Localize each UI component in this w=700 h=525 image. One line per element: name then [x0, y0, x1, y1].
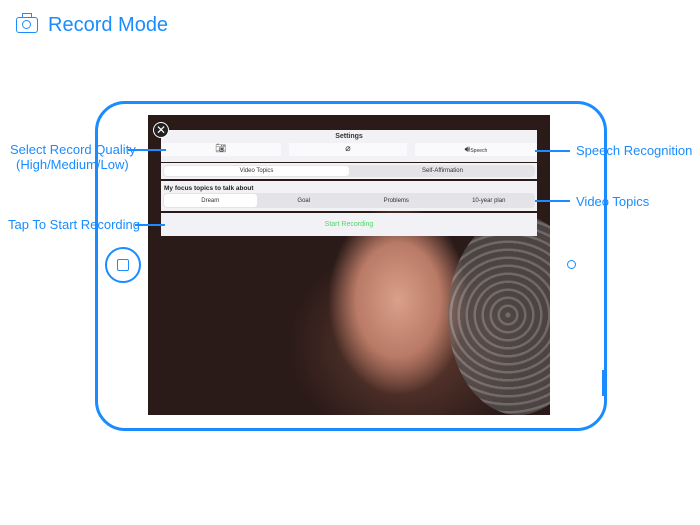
front-camera-icon	[567, 260, 576, 269]
tab-self-affirmation[interactable]: Self-Affirmation	[350, 165, 535, 177]
pointer-line	[135, 224, 165, 226]
mode-segmented-control: Video Topics Self-Affirmation	[163, 165, 535, 177]
option-dream[interactable]: Dream	[164, 194, 257, 207]
focus-heading: My focus topics to talk about	[164, 185, 254, 192]
record-quality-button[interactable]: 📷︎	[161, 143, 281, 156]
annotation-quality: Select Record Quality	[10, 142, 136, 157]
focus-panel: My focus topics to talk about Dream Goal…	[161, 181, 537, 211]
speech-label: Speech	[470, 148, 488, 154]
settings-title: Settings	[335, 133, 363, 140]
annotation-speech: Speech Recognition	[576, 143, 693, 158]
tab-video-topics[interactable]: Video Topics	[164, 166, 349, 176]
pointer-line	[535, 200, 570, 202]
option-problems[interactable]: Problems	[350, 193, 443, 208]
focus-segmented-control: Dream Goal Problems 10-year plan	[163, 193, 535, 208]
location-toggle-button[interactable]: ⌀	[289, 143, 407, 156]
mode-panel: Video Topics Self-Affirmation	[161, 163, 537, 179]
pointer-line	[535, 150, 570, 152]
start-recording-button[interactable]: Start Recording	[161, 213, 537, 236]
page-title: Record Mode	[48, 14, 169, 36]
camera-preview: Settings 📷︎ ⌀ 🔊︎Speech Video Topics Self…	[148, 115, 550, 415]
annotation-start: Tap To Start Recording	[8, 217, 140, 232]
pointer-line	[128, 149, 166, 151]
close-icon[interactable]: ✕	[153, 122, 169, 138]
camera-icon	[16, 13, 38, 33]
side-button	[602, 370, 605, 396]
camera-quality-icon: 📷︎	[215, 143, 227, 153]
home-button-icon	[105, 247, 141, 283]
annotation-quality-sub: (High/Medium/Low)	[16, 157, 129, 172]
background-fan	[448, 215, 550, 415]
location-off-icon: ⌀	[345, 143, 351, 153]
settings-panel: Settings 📷︎ ⌀ 🔊︎Speech	[161, 130, 537, 162]
annotation-topics: Video Topics	[576, 194, 650, 209]
option-10-year-plan[interactable]: 10-year plan	[443, 193, 536, 208]
option-goal[interactable]: Goal	[258, 193, 351, 208]
speech-recognition-button[interactable]: 🔊︎Speech	[415, 143, 537, 156]
